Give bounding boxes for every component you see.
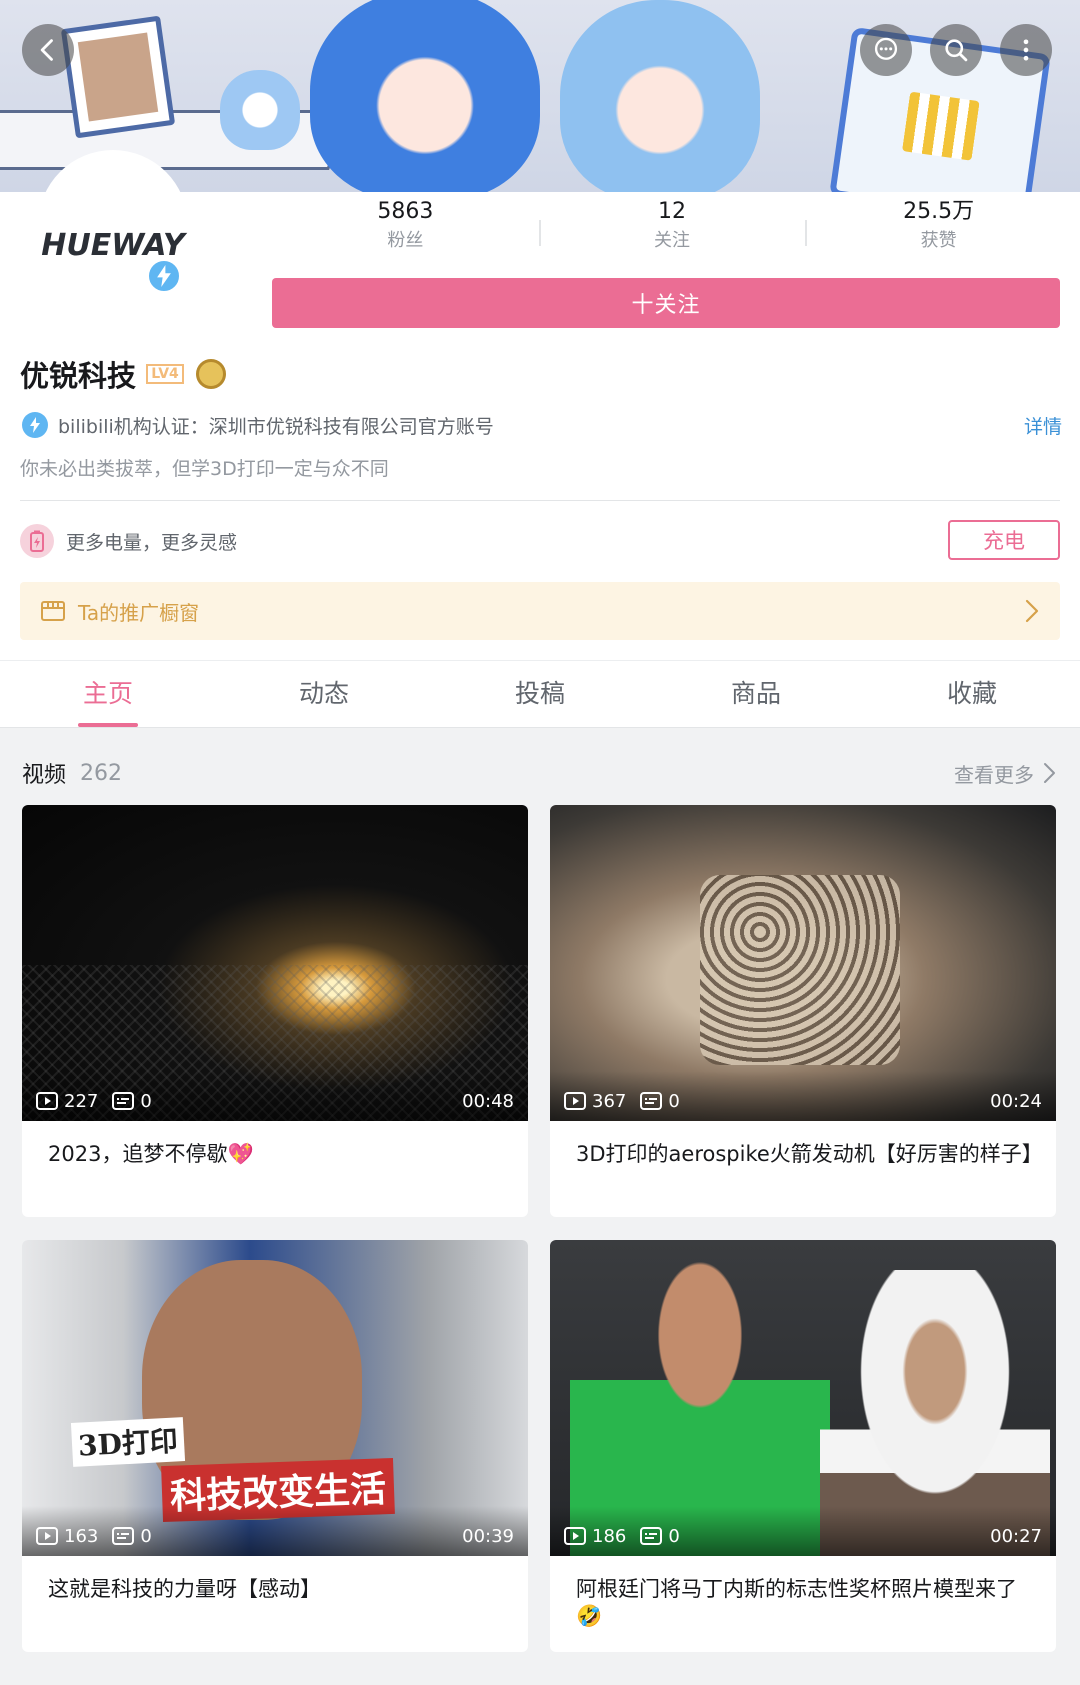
video-count: 262: [80, 760, 123, 786]
danmaku-icon: [112, 1527, 135, 1545]
danmaku-count: 0: [140, 1090, 152, 1112]
back-button[interactable]: [22, 24, 74, 76]
video-thumbnail[interactable]: 367 0 00:24: [550, 805, 1056, 1121]
videos-section-header: 视频 262 查看更多: [22, 756, 1058, 790]
danmaku-count: 0: [668, 1525, 680, 1547]
danmaku-count: 0: [668, 1090, 680, 1112]
more-button[interactable]: [1000, 24, 1052, 76]
divider: [20, 500, 1060, 501]
shop-window-bar[interactable]: Ta的推广橱窗: [20, 582, 1060, 640]
video-card[interactable]: 367 0 00:24 3D打印的aerospike火箭发动机【好厉害的样子】: [550, 805, 1056, 1217]
play-count: 367: [592, 1090, 627, 1112]
shop-window-label: Ta的推广橱窗: [78, 600, 200, 625]
play-count: 227: [64, 1090, 99, 1112]
stat-label: 获赞: [920, 230, 957, 251]
name-row: 优锐科技 LV4: [20, 354, 227, 394]
search-button[interactable]: [930, 24, 982, 76]
search-icon: [945, 39, 968, 62]
details-link[interactable]: 详情: [1024, 412, 1062, 439]
stat-label: 关注: [654, 230, 690, 251]
profile-tabs: 主页 动态 投稿 商品 收藏: [0, 660, 1080, 728]
banner-small-character: [220, 70, 300, 150]
stat-value: 25.5万: [903, 199, 975, 224]
video-title[interactable]: 这就是科技的力量呀【感动】: [48, 1576, 508, 1603]
video-thumbnail[interactable]: 186 0 00:27: [550, 1240, 1056, 1556]
video-duration: 00:27: [990, 1525, 1042, 1547]
tab-home[interactable]: 主页: [0, 661, 216, 727]
profile-banner: [0, 0, 1080, 192]
play-count: 163: [64, 1525, 99, 1547]
stats-row: 5863 粉丝 12 关注 25.5万 获赞: [272, 198, 1072, 268]
thumbnail-caption: 3D打印: [70, 1417, 185, 1467]
message-button[interactable]: [860, 24, 912, 76]
banner-character-right: [560, 0, 760, 192]
stat-value: 12: [658, 199, 686, 224]
battery-icon: [20, 524, 54, 558]
chevron-left-icon: [40, 39, 53, 61]
stat-fans[interactable]: 5863 粉丝: [272, 198, 539, 268]
play-count-icon: [36, 1527, 58, 1545]
banner-character-left: [310, 0, 540, 192]
video-title[interactable]: 阿根廷门将马丁内斯的标志性奖杯照片模型来了🤣: [576, 1576, 1036, 1630]
level-badge: LV4: [146, 364, 185, 384]
certification-text: bilibili机构认证：深圳市优锐科技有限公司官方账号: [58, 415, 494, 438]
play-count-icon: [36, 1092, 58, 1110]
more-vertical-icon: [1023, 39, 1029, 61]
banner-photo-frame: [60, 15, 176, 139]
danmaku-icon: [112, 1092, 135, 1110]
verified-icon: [22, 412, 48, 438]
video-title[interactable]: 3D打印的aerospike火箭发动机【好厉害的样子】: [576, 1141, 1043, 1168]
video-meta: 367 0 00:24: [564, 1089, 1042, 1113]
tab-dynamics[interactable]: 动态: [216, 661, 432, 727]
stat-likes[interactable]: 25.5万 获赞: [805, 198, 1072, 268]
video-card[interactable]: 227 0 00:48 2023，追梦不停歇💖: [22, 805, 528, 1217]
chevron-right-icon: [1025, 599, 1039, 623]
video-thumbnail[interactable]: 227 0 00:48: [22, 805, 528, 1121]
video-duration: 00:48: [462, 1090, 514, 1112]
video-meta: 163 0 00:39: [36, 1524, 514, 1548]
video-thumbnail[interactable]: 3D打印 科技改变生活 163 0 00:39: [22, 1240, 528, 1556]
verified-badge-icon: [146, 258, 182, 294]
video-meta: 186 0 00:27: [564, 1524, 1042, 1548]
see-more-label: 查看更多: [954, 762, 1034, 787]
play-count-icon: [564, 1527, 586, 1545]
danmaku-icon: [640, 1527, 663, 1545]
video-card[interactable]: 3D打印 科技改变生活 163 0 00:39 这就是科技的力量呀【感动】: [22, 1240, 528, 1652]
tab-products[interactable]: 商品: [648, 661, 864, 727]
play-count: 186: [592, 1525, 627, 1547]
follow-button[interactable]: 十关注: [272, 278, 1060, 328]
charge-button[interactable]: 充电: [948, 520, 1060, 560]
user-name: 优锐科技: [20, 359, 137, 393]
video-duration: 00:39: [462, 1525, 514, 1547]
video-meta: 227 0 00:48: [36, 1089, 514, 1113]
chevron-right-icon: [1044, 763, 1055, 783]
video-card[interactable]: 186 0 00:27 阿根廷门将马丁内斯的标志性奖杯照片模型来了🤣: [550, 1240, 1056, 1652]
video-title[interactable]: 2023，追梦不停歇💖: [48, 1141, 508, 1168]
tab-uploads[interactable]: 投稿: [432, 661, 648, 727]
section-title: 视频: [22, 763, 67, 788]
user-signature: 你未必出类拔萃，但学3D打印一定与众不同: [20, 458, 389, 480]
charge-text: 更多电量，更多灵感: [66, 531, 238, 554]
medal-icon[interactable]: [196, 359, 227, 389]
stat-value: 5863: [377, 199, 434, 224]
video-duration: 00:24: [990, 1090, 1042, 1112]
tab-favorites[interactable]: 收藏: [864, 661, 1080, 727]
see-more-link[interactable]: 查看更多: [954, 759, 1058, 788]
stat-label: 粉丝: [387, 230, 424, 251]
storefront-icon: [41, 601, 65, 621]
chat-bubble-icon: [874, 37, 898, 60]
stat-following[interactable]: 12 关注: [538, 198, 806, 268]
danmaku-count: 0: [140, 1525, 152, 1547]
charge-row: 更多电量，更多灵感 充电: [20, 520, 1060, 562]
danmaku-icon: [640, 1092, 663, 1110]
play-count-icon: [564, 1092, 586, 1110]
certification-row: bilibili机构认证：深圳市优锐科技有限公司官方账号 详情: [22, 410, 1062, 440]
